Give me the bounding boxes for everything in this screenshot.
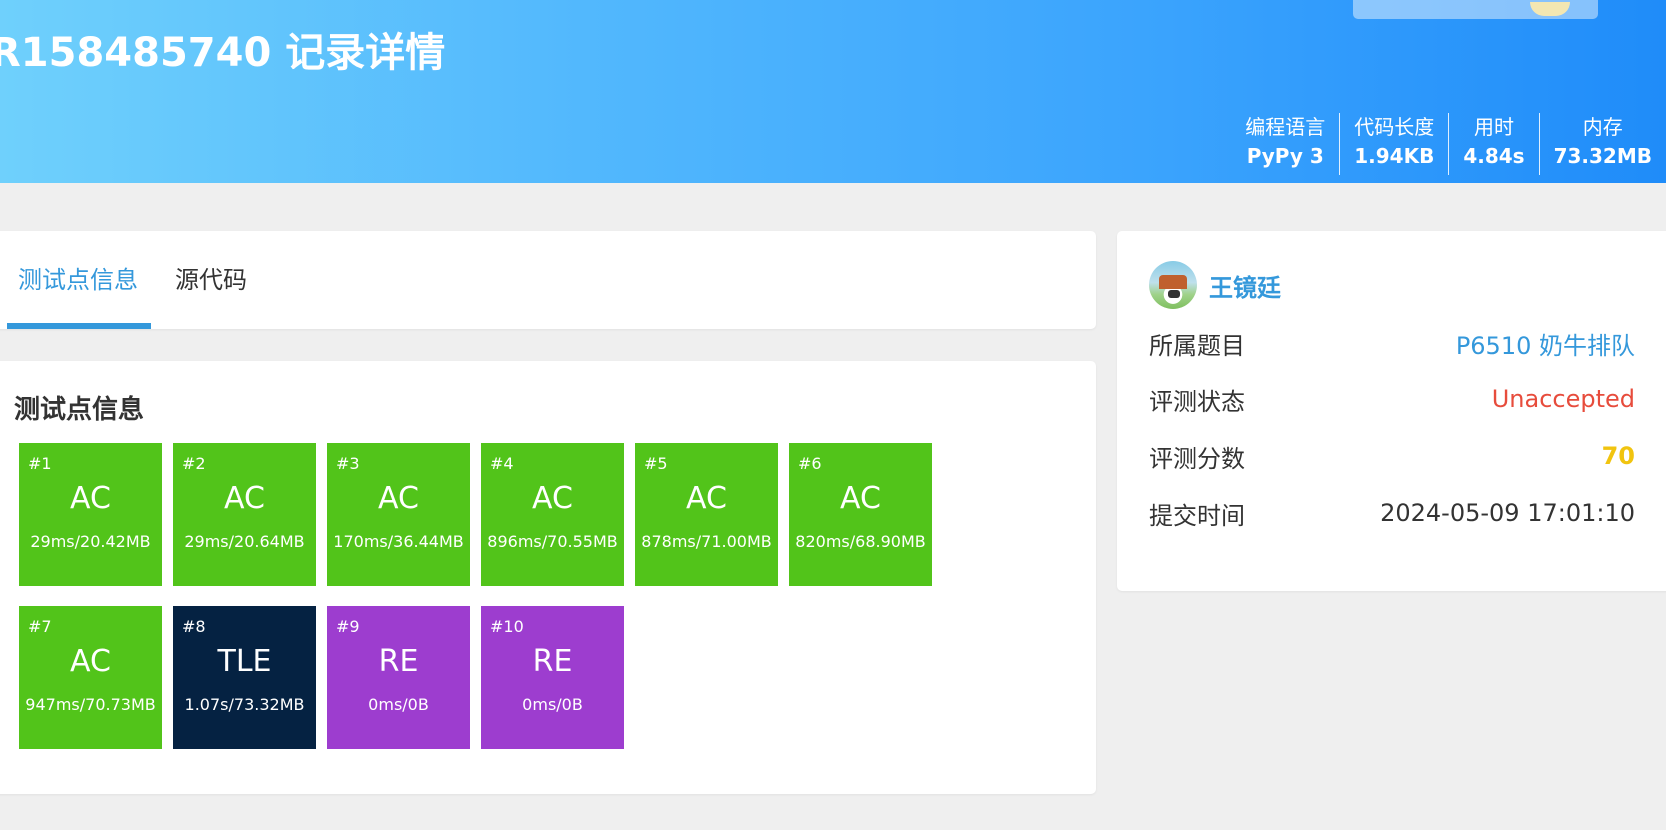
stat-language: 编程语言 PyPy 3 (1231, 113, 1339, 175)
test-points-card: 测试点信息 #1 AC 29ms/20.42MB #2 AC 29ms/20.6… (0, 361, 1096, 794)
stat-code-length: 代码长度 1.94KB (1339, 113, 1448, 175)
test-case-status: RE (532, 644, 573, 679)
test-case-number: #3 (336, 454, 360, 473)
test-case-resources: 0ms/0B (368, 695, 429, 714)
stat-label: 编程语言 (1245, 115, 1326, 139)
test-case-resources: 29ms/20.64MB (184, 532, 305, 551)
test-case-status: AC (840, 481, 881, 516)
test-case-number: #6 (798, 454, 822, 473)
info-key: 评测分数 (1149, 444, 1245, 473)
stat-label: 用时 (1473, 115, 1514, 139)
test-case-number: #9 (336, 617, 360, 636)
test-case-status: AC (224, 481, 265, 516)
test-case[interactable]: #5 AC 878ms/71.00MB (635, 443, 778, 586)
test-case[interactable]: #3 AC 170ms/36.44MB (327, 443, 470, 586)
section-title: 测试点信息 (14, 395, 145, 425)
test-case-resources: 1.07s/73.32MB (184, 695, 305, 714)
test-case[interactable]: #4 AC 896ms/70.55MB (481, 443, 624, 586)
test-case-resources: 820ms/68.90MB (795, 532, 926, 551)
record-info-card: 王镜廷 所属题目 P6510 奶牛排队 评测状态 Unaccepted 评测分数… (1117, 231, 1666, 591)
test-case-number: #1 (28, 454, 52, 473)
test-case-status: AC (70, 644, 111, 679)
test-case-grid: #1 AC 29ms/20.42MB #2 AC 29ms/20.64MB #3… (19, 443, 1019, 749)
info-row-problem: 所属题目 P6510 奶牛排队 (1149, 323, 1635, 363)
info-row-submit-time: 提交时间 2024-05-09 17:01:10 (1149, 493, 1635, 533)
test-case-number: #8 (182, 617, 206, 636)
header-banner: R158485740 记录详情 编程语言 PyPy 3 代码长度 1.94KB … (0, 0, 1666, 183)
stat-value: 73.32MB (1553, 144, 1652, 168)
test-case[interactable]: #6 AC 820ms/68.90MB (789, 443, 932, 586)
stat-value: PyPy 3 (1246, 144, 1324, 168)
test-case[interactable]: #10 RE 0ms/0B (481, 606, 624, 749)
info-key: 提交时间 (1149, 501, 1245, 530)
test-case-resources: 0ms/0B (522, 695, 583, 714)
test-case-resources: 29ms/20.42MB (30, 532, 151, 551)
test-case[interactable]: #8 TLE 1.07s/73.32MB (173, 606, 316, 749)
stat-label: 内存 (1582, 115, 1623, 139)
test-case-resources: 878ms/71.00MB (641, 532, 772, 551)
test-case-resources: 896ms/70.55MB (487, 532, 618, 551)
test-case-status: AC (686, 481, 727, 516)
test-case[interactable]: #9 RE 0ms/0B (327, 606, 470, 749)
avatar-house-icon (1159, 275, 1187, 289)
info-row-score: 评测分数 70 (1149, 436, 1635, 476)
avatar-animal-icon (1168, 290, 1180, 298)
tabs-card: 测试点信息 源代码 (0, 231, 1096, 329)
test-case-status: AC (378, 481, 419, 516)
test-case-number: #4 (490, 454, 514, 473)
user-row[interactable]: 王镜廷 (1149, 261, 1281, 309)
test-case-status: RE (378, 644, 419, 679)
test-case-resources: 170ms/36.44MB (333, 532, 464, 551)
test-case-resources: 947ms/70.73MB (25, 695, 156, 714)
stat-value: 1.94KB (1354, 144, 1435, 168)
page-title: R158485740 记录详情 (0, 30, 446, 76)
tab-source-code[interactable]: 源代码 (175, 231, 247, 329)
problem-link[interactable]: P6510 奶牛排队 (1456, 326, 1635, 361)
active-tab-indicator (7, 323, 151, 329)
avatar-icon (1530, 2, 1570, 16)
test-case[interactable]: #1 AC 29ms/20.42MB (19, 443, 162, 586)
info-key: 评测状态 (1149, 387, 1245, 416)
test-case-number: #7 (28, 617, 52, 636)
test-case-number: #10 (490, 617, 524, 636)
test-case[interactable]: #7 AC 947ms/70.73MB (19, 606, 162, 749)
test-case-number: #2 (182, 454, 206, 473)
info-row-status: 评测状态 Unaccepted (1149, 379, 1635, 419)
test-case-status: AC (70, 481, 111, 516)
judge-status: Unaccepted (1491, 385, 1635, 413)
stat-memory: 内存 73.32MB (1538, 113, 1666, 175)
stat-value: 4.84s (1463, 144, 1525, 168)
top-user-box[interactable] (1353, 0, 1598, 19)
test-case[interactable]: #2 AC 29ms/20.64MB (173, 443, 316, 586)
judge-score: 70 (1601, 442, 1635, 470)
info-key: 所属题目 (1149, 331, 1245, 360)
stat-time: 用时 4.84s (1448, 113, 1538, 175)
avatar[interactable] (1149, 261, 1197, 309)
stat-label: 代码长度 (1354, 115, 1435, 139)
tab-test-info[interactable]: 测试点信息 (18, 231, 138, 329)
username-link[interactable]: 王镜廷 (1209, 268, 1281, 303)
test-case-status: TLE (217, 644, 272, 679)
test-case-number: #5 (644, 454, 668, 473)
stats-bar: 编程语言 PyPy 3 代码长度 1.94KB 用时 4.84s 内存 73.3… (1231, 113, 1666, 175)
test-case-status: AC (532, 481, 573, 516)
submit-time: 2024-05-09 17:01:10 (1380, 499, 1635, 527)
